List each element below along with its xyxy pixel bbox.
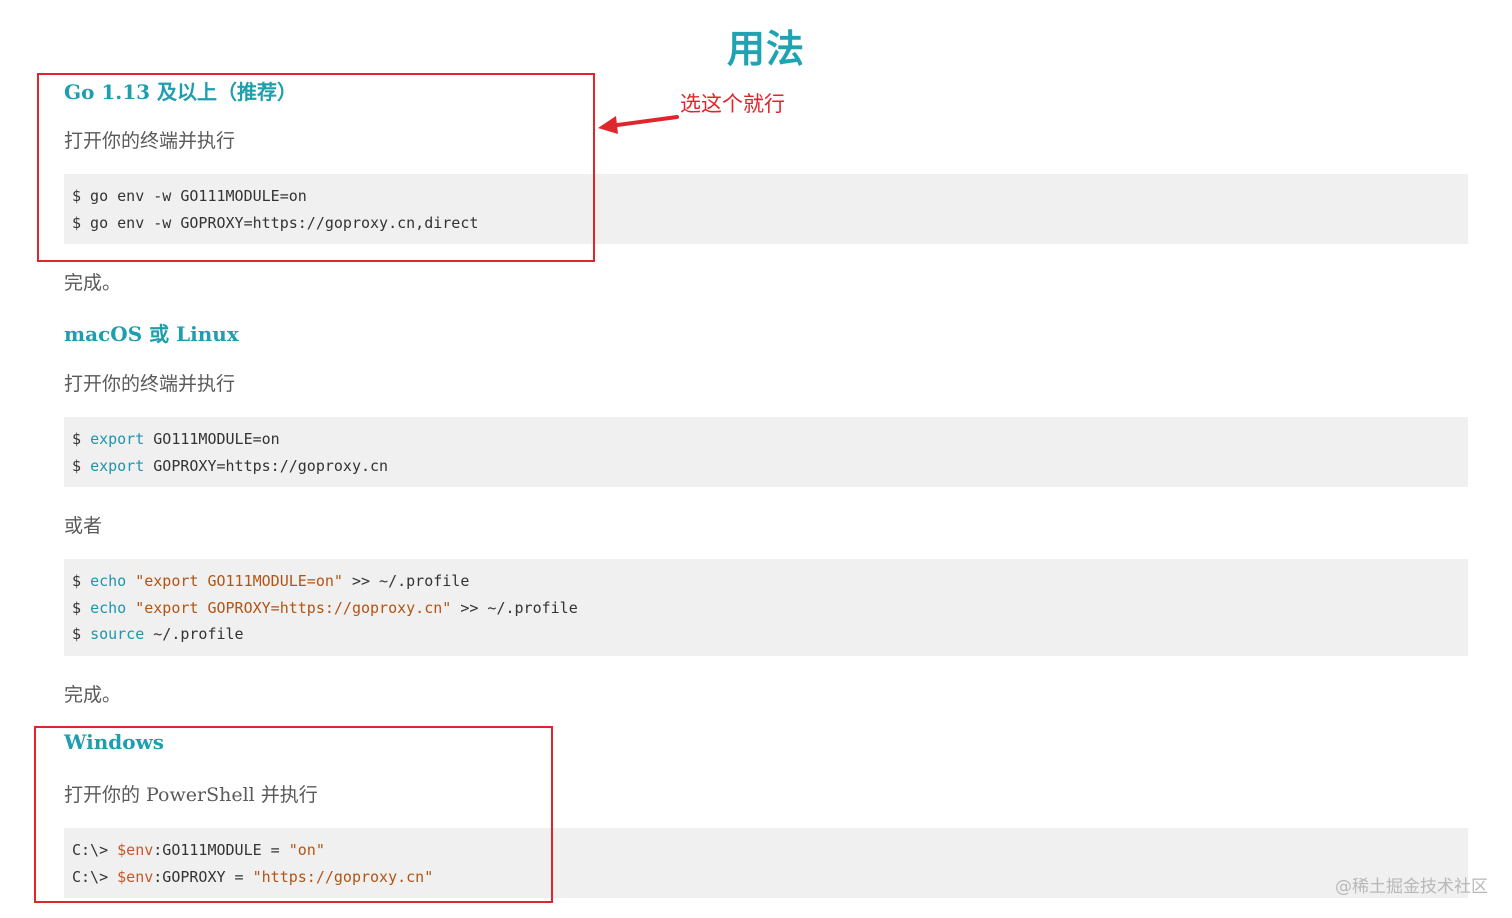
heading-macos-linux: macOS 或 Linux xyxy=(64,322,239,346)
highlight-box-go113 xyxy=(37,73,595,262)
code-block-export[interactable]: $ export GO111MODULE=on $ export GOPROXY… xyxy=(64,417,1468,487)
highlight-box-windows xyxy=(34,726,553,903)
page-title: 用法 xyxy=(726,27,805,71)
arrow-left-icon xyxy=(598,115,679,134)
code-block-profile[interactable]: $ echo "export GO111MODULE=on" >> ~/.pro… xyxy=(64,559,1468,656)
code-line: $ export GO111MODULE=on xyxy=(72,430,280,448)
watermark: @稀土掘金技术社区 xyxy=(1335,877,1488,897)
go113-outro: 完成。 xyxy=(64,272,122,294)
or-label: 或者 xyxy=(64,515,103,537)
code-line: $ source ~/.profile xyxy=(72,625,244,643)
annotation-label: 选这个就行 xyxy=(680,92,785,116)
code-line: $ echo "export GO111MODULE=on" >> ~/.pro… xyxy=(72,572,470,590)
macos-intro: 打开你的终端并执行 xyxy=(64,373,236,395)
code-line: $ echo "export GOPROXY=https://goproxy.c… xyxy=(72,598,578,617)
macos-outro: 完成。 xyxy=(64,684,122,706)
code-line: $ export GOPROXY=https://goproxy.cn xyxy=(72,456,389,475)
